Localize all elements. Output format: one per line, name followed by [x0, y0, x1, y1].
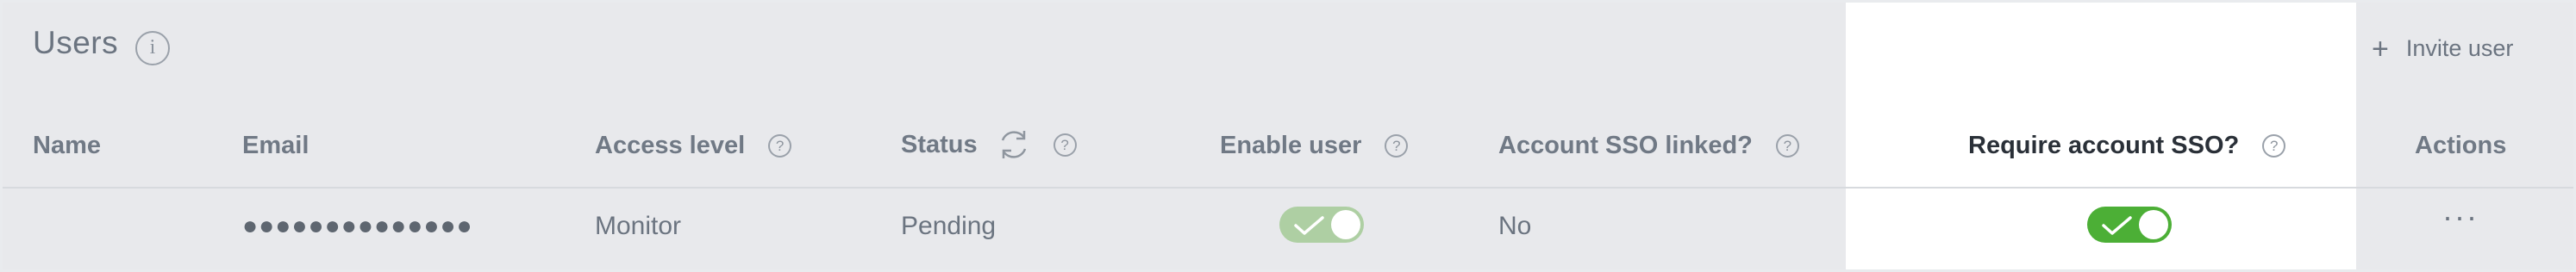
check-icon: [2102, 216, 2132, 235]
check-icon: [1294, 216, 1324, 235]
toggle-knob: [1331, 210, 1360, 239]
users-panel: Users i + Invite user Name Email Access …: [3, 3, 2573, 269]
column-header-enable-user: Enable user ?: [1220, 132, 1409, 160]
column-header-actions: Actions: [2415, 132, 2506, 160]
column-label: Require account SSO?: [1968, 132, 2240, 159]
help-icon[interactable]: ?: [768, 134, 792, 158]
enable-user-toggle[interactable]: [1279, 207, 1364, 243]
column-label: Name: [33, 132, 101, 159]
more-actions-button[interactable]: ···: [2442, 199, 2479, 235]
column-header-email: Email: [242, 132, 309, 160]
column-label: Actions: [2415, 132, 2507, 159]
cell-email: ●●●●●●●●●●●●●●: [242, 212, 473, 240]
column-header-name: Name: [33, 132, 101, 160]
help-icon[interactable]: ?: [1775, 134, 1799, 158]
toggle-knob: [2139, 210, 2168, 239]
help-icon[interactable]: ?: [1053, 133, 1077, 157]
cell-account-sso-linked: No: [1498, 212, 1532, 240]
cell-status: Pending: [901, 212, 997, 240]
invite-user-label: Invite user: [2405, 35, 2514, 61]
help-icon[interactable]: ?: [1385, 134, 1409, 158]
column-label: Enable user: [1220, 132, 1362, 159]
cell-access-level: Monitor: [595, 212, 682, 240]
column-label: Account SSO linked?: [1498, 132, 1753, 159]
require-sso-toggle[interactable]: [2087, 207, 2172, 243]
column-header-access-level: Access level ?: [595, 132, 792, 160]
refresh-icon[interactable]: [995, 126, 1033, 164]
header-divider: [3, 187, 2573, 189]
column-label: Email: [242, 132, 309, 159]
info-icon[interactable]: i: [135, 31, 170, 65]
column-label: Status: [901, 130, 978, 158]
help-icon[interactable]: ?: [2262, 134, 2286, 158]
column-label: Access level: [595, 132, 746, 159]
column-header-status: Status ?: [901, 126, 1077, 164]
plus-icon: +: [2372, 32, 2389, 65]
invite-user-button[interactable]: + Invite user: [2372, 32, 2514, 65]
column-header-require-account-sso: Require account SSO? ?: [1968, 132, 2286, 160]
column-header-account-sso-linked: Account SSO linked? ?: [1498, 132, 1799, 160]
page-title: Users: [33, 25, 119, 60]
